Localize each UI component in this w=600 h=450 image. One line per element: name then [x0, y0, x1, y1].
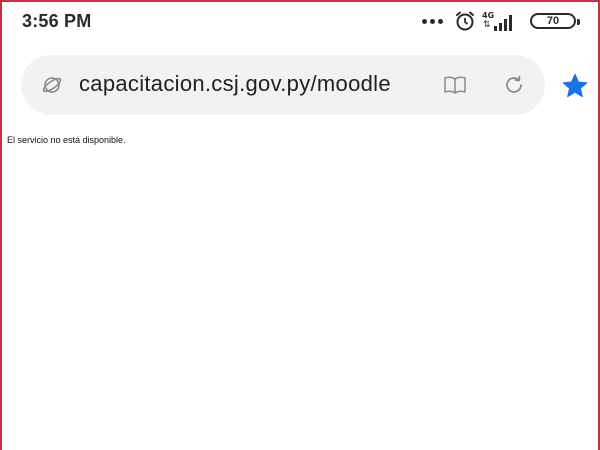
reader-mode-icon[interactable] — [443, 75, 467, 95]
site-info-icon[interactable] — [41, 74, 63, 96]
more-dots-icon — [422, 19, 444, 25]
bookmark-star-icon[interactable] — [561, 72, 589, 100]
status-time: 3:56 PM — [22, 11, 92, 31]
page-content: El servicio no está disponible. — [5, 132, 595, 450]
battery-cap — [577, 19, 580, 25]
status-icons: 4G ⇅ 70 — [416, 10, 580, 34]
battery-icon: 70 — [530, 13, 580, 29]
reload-icon[interactable] — [503, 74, 525, 96]
alarm-icon — [456, 11, 474, 31]
signal-icon: 4G ⇅ — [482, 11, 514, 33]
service-unavailable-message: El servicio no está disponible. — [7, 135, 126, 145]
phone-screen: 3:56 PM 4G ⇅ 70 capacitacion.csj.gov.py/… — [0, 0, 600, 450]
address-bar[interactable]: capacitacion.csj.gov.py/moodle — [21, 55, 545, 115]
status-bar: 3:56 PM 4G ⇅ 70 — [4, 4, 596, 38]
signal-bars — [492, 13, 514, 31]
battery-level: 70 — [546, 15, 560, 27]
data-arrows-icon: ⇅ — [483, 19, 491, 29]
url-text[interactable]: capacitacion.csj.gov.py/moodle — [79, 71, 391, 97]
